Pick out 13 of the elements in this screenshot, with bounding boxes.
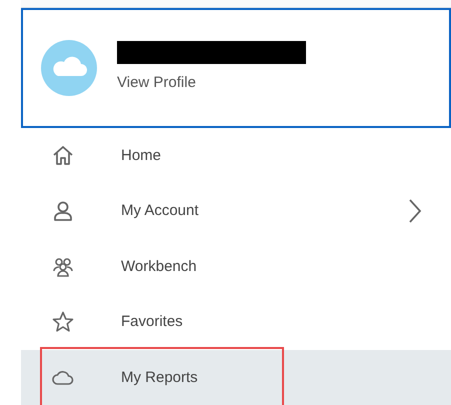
view-profile-link[interactable]: View Profile: [117, 72, 306, 95]
star-icon: [51, 310, 75, 334]
menu-label: Home: [121, 146, 162, 166]
person-icon: [51, 199, 75, 224]
menu-label: Favorites: [121, 312, 183, 332]
menu-label: Workbench: [121, 256, 197, 276]
home-icon: [51, 144, 75, 168]
avatar-icon: [41, 40, 97, 96]
menu-label: My Account: [121, 201, 199, 221]
profile-card[interactable]: View Profile: [21, 8, 451, 128]
chevron-right-icon[interactable]: [408, 198, 422, 224]
menu-label: My Reports: [121, 368, 198, 388]
menu-item[interactable]: My Reports: [21, 350, 451, 405]
